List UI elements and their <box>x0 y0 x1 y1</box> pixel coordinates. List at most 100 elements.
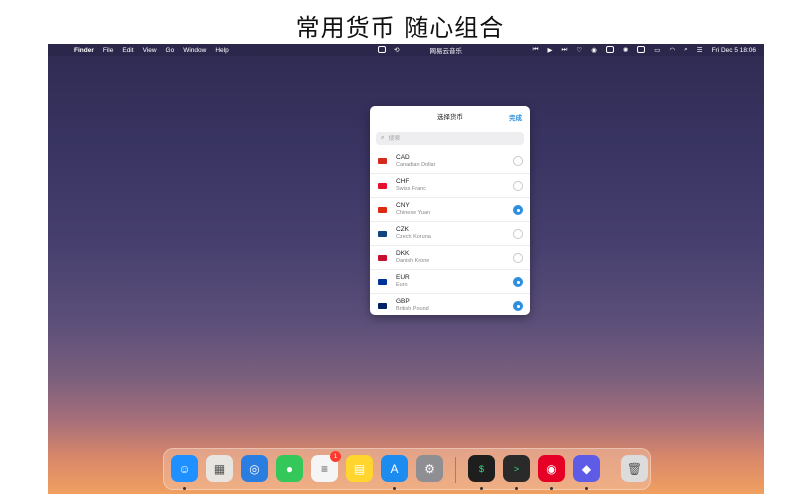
previous-track-icon[interactable]: ⏮ <box>533 46 539 54</box>
search-icon: ⌕ <box>381 135 385 141</box>
currency-name: Chinese Yuan <box>396 210 431 216</box>
page: 常用货币 随心组合 Finder File Edit View Go Windo… <box>0 0 800 500</box>
select-radio[interactable] <box>513 156 523 166</box>
reminders-icon[interactable]: ≡ 1 <box>311 451 341 482</box>
currency-code: CAD <box>396 153 410 161</box>
popover-title: 选择货币 <box>437 114 463 121</box>
history-status-icon[interactable]: ⟲ <box>394 46 399 54</box>
currency-code: CNY <box>396 202 410 209</box>
select-radio[interactable] <box>513 229 523 239</box>
currency-code: EUR <box>396 274 410 281</box>
currency-row-eur[interactable]: EUR Euro <box>370 269 530 293</box>
desktop: Finder File Edit View Go Window Help ⟲ 网… <box>48 44 764 494</box>
wifi-icon[interactable]: ◠ <box>669 46 675 54</box>
currency-row-czk[interactable]: CZK Czech Koruna <box>370 221 530 245</box>
currency-code: DKK <box>396 250 410 257</box>
music-note-icon[interactable]: ◉ <box>591 46 597 54</box>
select-radio[interactable] <box>513 277 523 287</box>
currency-text: DKK Danish Krone <box>396 250 429 265</box>
running-indicator <box>515 487 518 490</box>
running-indicator <box>550 487 553 490</box>
currency-row-chf[interactable]: CHF Swiss Franc <box>370 173 530 197</box>
launchpad-icon[interactable]: ▦ <box>206 455 233 482</box>
currency-name: Danish Krone <box>396 258 430 264</box>
currency-row-cny[interactable]: CNY Chinese Yuan <box>370 197 530 221</box>
promo-headline: 常用货币 随心组合 <box>295 14 505 42</box>
dock-separator <box>455 457 456 483</box>
popover-header: 选择货币 完成 <box>370 106 530 126</box>
gear-icon[interactable]: ✺ <box>623 46 628 54</box>
heart-icon[interactable]: ♡ <box>576 46 582 54</box>
menu-view[interactable]: View <box>143 47 157 54</box>
currency-text: CNY Chinese Yuan <box>396 202 430 217</box>
currency-list: CAD Canadian Dollar CHF Swiss Franc CNY Chine… <box>370 149 530 315</box>
currency-name: Czech Koruna <box>396 234 431 240</box>
currency-code: CZK <box>396 226 409 233</box>
currency-row-dkk[interactable]: DKK Danish Krone <box>370 245 530 269</box>
status-items-left: ⟲ 网易云音乐 <box>378 44 470 56</box>
safari-icon[interactable]: ◎ <box>241 455 268 482</box>
currency-name: Canadian Dollar <box>396 161 436 168</box>
flag-icon <box>378 206 387 213</box>
currency-code: GBP <box>396 298 410 305</box>
select-radio[interactable] <box>513 253 523 263</box>
messages-icon[interactable]: ● <box>276 455 303 482</box>
screenshot-icon[interactable] <box>605 45 614 55</box>
play-icon[interactable]: ▶ <box>547 46 552 54</box>
finder-icon[interactable]: ☺ <box>171 455 198 482</box>
next-track-icon[interactable]: ⏭ <box>561 46 567 54</box>
menu-go[interactable]: Go <box>166 47 175 54</box>
running-indicator <box>585 487 588 490</box>
shortcuts-icon[interactable]: ◆ <box>573 455 600 482</box>
menu-edit[interactable]: Edit <box>122 47 133 54</box>
window-icon[interactable] <box>637 45 646 55</box>
currency-text: CAD Canadian Dollar <box>396 154 435 169</box>
app-store-icon[interactable]: A <box>381 455 408 482</box>
system-settings-icon[interactable]: ⚙ <box>416 455 443 482</box>
currency-text: CHF Swiss Franc <box>396 178 426 193</box>
status-items-right: ⏮ ▶ ⏭ ♡ ◉ ✺ ▭ ◠ ⌕ ☰ Fri Dec 5 18:06 <box>524 44 756 56</box>
menu-file[interactable]: File <box>103 47 113 54</box>
search-icon[interactable]: ⌕ <box>684 46 688 54</box>
flag-icon <box>378 254 387 261</box>
notes-icon[interactable]: ▤ <box>346 455 373 482</box>
netease-music-icon[interactable]: ◉ <box>538 455 565 482</box>
currency-name: Swiss Franc <box>396 186 426 192</box>
menu-app-name[interactable]: Finder <box>74 47 94 54</box>
menu-window[interactable]: Window <box>183 47 206 54</box>
control-center-icon[interactable]: ☰ <box>697 46 703 54</box>
notification-badge: 1 <box>330 451 341 462</box>
currency-name: British Pound <box>396 306 429 312</box>
running-indicator <box>183 487 186 490</box>
currency-name: Euro <box>396 282 408 288</box>
battery-icon[interactable]: ▭ <box>654 46 660 54</box>
flag-icon <box>378 302 387 309</box>
menu-bar: Finder File Edit View Go Window Help ⟲ 网… <box>48 44 764 56</box>
currency-text: GBP British Pound <box>396 298 429 313</box>
currency-row-cad[interactable]: CAD Canadian Dollar <box>370 149 530 173</box>
currency-code: CHF <box>396 178 410 185</box>
select-radio[interactable] <box>513 181 523 191</box>
select-radio[interactable] <box>513 301 523 311</box>
currency-text: CZK Czech Koruna <box>396 226 431 241</box>
currency-status-icon[interactable] <box>378 45 386 55</box>
menu-help[interactable]: Help <box>215 47 228 54</box>
terminal-icon[interactable]: $ <box>468 455 495 482</box>
trash-icon[interactable]: 🗑 <box>621 455 648 482</box>
done-button[interactable]: 完成 <box>509 112 522 122</box>
dock: ☺ ▦ ◎ ● ≡ 1 ▤ A ⚙ $ > ◉ ◆ 🗑 <box>163 448 651 490</box>
select-radio[interactable] <box>513 205 523 215</box>
currency-picker-popover: 选择货币 完成 ⌕ CADCanadian Dollar CHFSwiss Fra… <box>370 106 530 315</box>
flag-icon <box>378 278 387 285</box>
running-indicator <box>480 487 483 490</box>
running-indicator <box>393 487 396 490</box>
music-app-title[interactable]: 网易云音乐 <box>429 45 462 55</box>
search-field[interactable]: ⌕ <box>376 132 524 145</box>
search-input[interactable] <box>388 135 509 142</box>
console-icon[interactable]: > <box>503 455 530 482</box>
flag-icon <box>378 230 387 237</box>
currency-row-gbp[interactable]: GBP British Pound <box>370 293 530 315</box>
flag-icon <box>378 182 387 189</box>
flag-icon <box>378 158 387 164</box>
clock[interactable]: Fri Dec 5 18:06 <box>712 47 756 54</box>
